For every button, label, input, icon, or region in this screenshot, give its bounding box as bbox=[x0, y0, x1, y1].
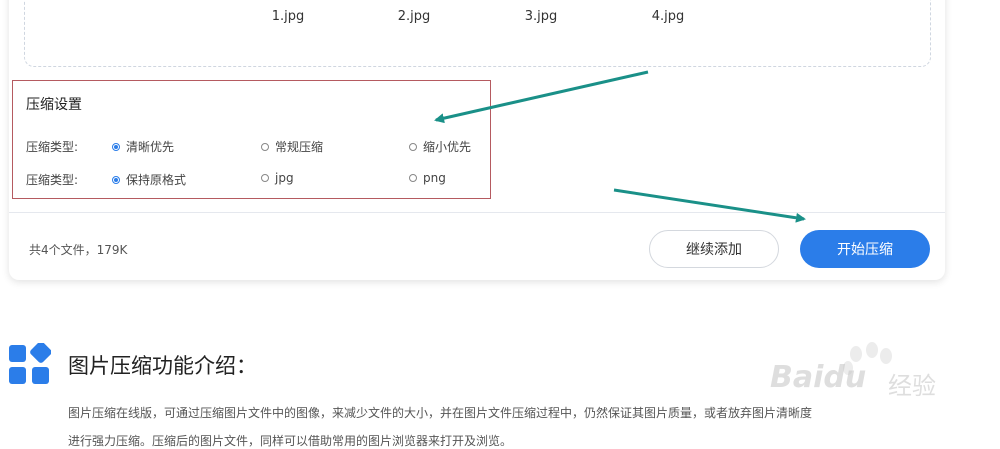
watermark-text-b: du bbox=[823, 360, 867, 395]
option-png[interactable]: png bbox=[409, 171, 446, 185]
radio-icon[interactable] bbox=[409, 174, 417, 182]
intro-title: 图片压缩功能介绍： bbox=[68, 354, 257, 378]
file-name-1: 1.jpg bbox=[271, 9, 305, 24]
option-keep-format[interactable]: 保持原格式 bbox=[112, 171, 186, 188]
continue-add-button[interactable]: 继续添加 bbox=[649, 230, 779, 268]
option-label: jpg bbox=[275, 171, 294, 185]
compression-type-label: 压缩类型: bbox=[26, 140, 79, 154]
radio-icon[interactable] bbox=[112, 142, 120, 151]
option-clarity-first[interactable]: 清晰优先 bbox=[112, 138, 174, 155]
intro-paragraph-line-2: 进行强力压缩。压缩后的图片文件，同样可以借助常用的图片浏览器来打开及浏览。 bbox=[68, 434, 513, 448]
file-dropzone[interactable]: 1.jpg 2.jpg 3.jpg 4.jpg bbox=[24, 0, 931, 67]
file-name-2: 2.jpg bbox=[397, 9, 431, 24]
watermark-text: Baidu bbox=[770, 360, 866, 395]
option-label: 清晰优先 bbox=[126, 140, 175, 154]
file-summary: 共4个文件，179K bbox=[29, 243, 128, 257]
option-label: 保持原格式 bbox=[126, 173, 187, 187]
option-size-first[interactable]: 缩小优先 bbox=[409, 138, 471, 155]
option-label: png bbox=[423, 171, 446, 185]
option-label: 缩小优先 bbox=[423, 140, 472, 154]
footer-divider bbox=[9, 212, 945, 213]
watermark-cn: 经验 bbox=[888, 372, 936, 400]
format-type-label: 压缩类型: bbox=[26, 173, 79, 187]
start-compress-button[interactable]: 开始压缩 bbox=[800, 230, 930, 268]
radio-icon[interactable] bbox=[409, 142, 417, 151]
file-name-4: 4.jpg bbox=[651, 9, 685, 24]
radio-icon[interactable] bbox=[112, 175, 120, 184]
settings-title: 压缩设置 bbox=[26, 97, 82, 113]
option-normal-compress[interactable]: 常规压缩 bbox=[261, 138, 323, 155]
apps-grid-icon bbox=[9, 343, 51, 384]
option-label: 常规压缩 bbox=[275, 140, 324, 154]
radio-icon[interactable] bbox=[261, 142, 269, 151]
compression-settings: 压缩设置 压缩类型: 清晰优先 常规压缩 缩小优先 压缩类型: 保持原格式 jp… bbox=[12, 80, 491, 199]
file-name-3: 3.jpg bbox=[524, 9, 558, 24]
watermark-text-a: Bai bbox=[770, 360, 824, 395]
option-jpg[interactable]: jpg bbox=[261, 171, 294, 185]
radio-icon[interactable] bbox=[261, 174, 269, 182]
